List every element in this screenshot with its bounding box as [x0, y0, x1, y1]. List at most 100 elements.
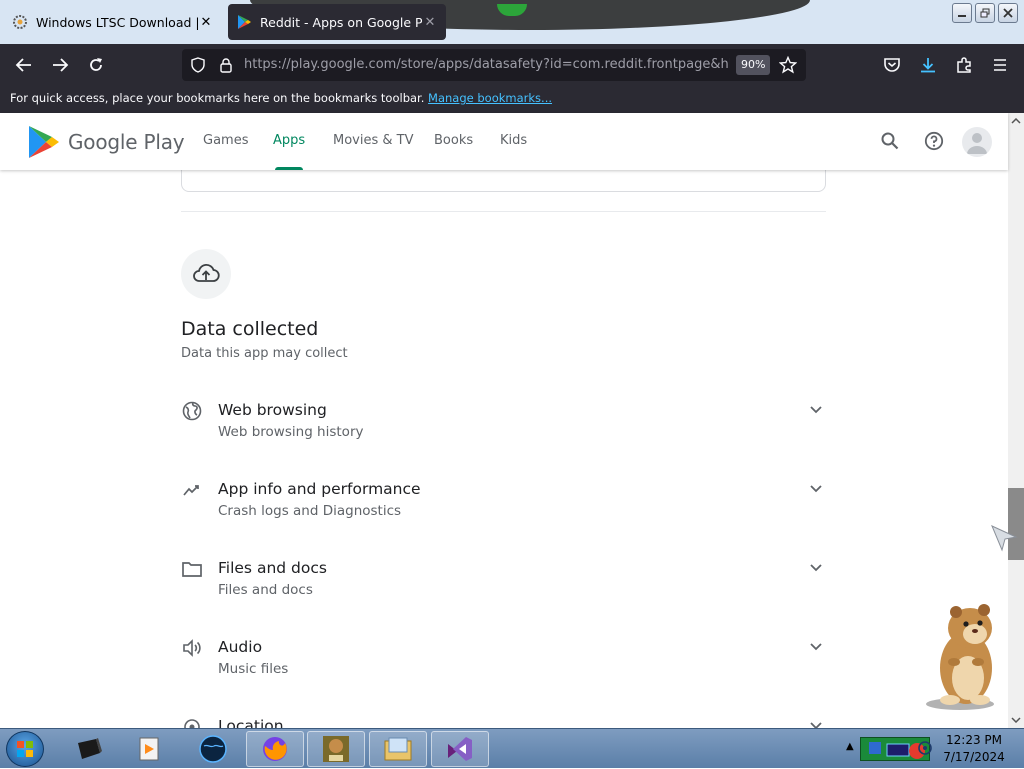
taskbar-visual-studio[interactable]	[431, 731, 489, 767]
visual-studio-icon	[448, 737, 472, 761]
forward-icon[interactable]	[48, 53, 72, 77]
clock-time: 12:23 PM	[946, 733, 1002, 747]
nav-games[interactable]: Games	[203, 133, 248, 148]
account-avatar[interactable]	[962, 127, 992, 157]
nav-apps[interactable]: Apps	[273, 133, 305, 148]
restore-button[interactable]	[975, 3, 995, 23]
google-play-favicon-icon	[238, 15, 251, 29]
location-icon	[181, 716, 203, 728]
row-subtitle: Files and docs	[218, 582, 313, 598]
row-title: App info and performance	[218, 480, 421, 498]
gear-favicon-icon	[13, 15, 27, 29]
zoom-level-badge[interactable]: 90%	[736, 55, 771, 75]
taskbar-clock[interactable]: 12:23 PM 7/17/2024	[934, 732, 1014, 766]
volume-icon[interactable]	[918, 739, 932, 757]
taskbar-terminal-app[interactable]	[60, 731, 118, 767]
data-row-files-docs[interactable]: Files and docs Files and docs	[181, 558, 826, 618]
bookmarks-toolbar: For quick access, place your bookmarks h…	[0, 86, 1024, 113]
windows-taskbar: ▲ 12:23 PM 7/17/2024	[0, 728, 1024, 768]
hamster-mascot-icon	[926, 604, 994, 710]
tab-close-icon[interactable]: ✕	[198, 15, 214, 30]
mouse-cursor-icon	[991, 525, 1018, 552]
tray-expand-icon[interactable]: ▲	[846, 741, 854, 752]
google-play-logo-icon	[29, 126, 59, 158]
pocket-icon[interactable]	[880, 53, 904, 77]
back-icon[interactable]	[12, 53, 36, 77]
search-icon[interactable]	[878, 129, 902, 153]
section-title: Data collected	[181, 318, 319, 340]
url-text[interactable]: https://play.google.com/store/apps/datas…	[244, 57, 730, 72]
row-title: Web browsing	[218, 401, 327, 419]
tab-reddit-google-play[interactable]: Reddit - Apps on Google Play ✕	[228, 4, 446, 40]
tab-title: Windows LTSC Download | MAS	[36, 14, 198, 30]
google-play-wordmark: Google Play	[68, 130, 185, 154]
data-row-audio[interactable]: Audio Music files	[181, 637, 826, 697]
section-divider	[181, 211, 826, 212]
help-icon[interactable]	[922, 129, 946, 153]
start-button[interactable]	[6, 731, 44, 767]
url-bar[interactable]: https://play.google.com/store/apps/datas…	[182, 49, 806, 81]
nav-movies-tv[interactable]: Movies & TV	[333, 133, 413, 148]
taskbar-browser-globe[interactable]	[184, 731, 242, 767]
globe-icon	[181, 400, 203, 422]
window-controls	[952, 3, 1018, 23]
audio-icon	[181, 637, 203, 659]
page-scrollbar[interactable]	[1008, 113, 1024, 728]
data-row-web-browsing[interactable]: Web browsing Web browsing history	[181, 400, 826, 460]
minimize-button[interactable]	[952, 3, 972, 23]
cloud-upload-icon	[181, 249, 231, 299]
nav-books[interactable]: Books	[434, 133, 473, 148]
previous-section-card	[181, 170, 826, 192]
folder-icon	[181, 558, 203, 580]
lock-icon[interactable]	[214, 53, 238, 77]
data-row-app-info-performance[interactable]: App info and performance Crash logs and …	[181, 479, 826, 539]
chevron-down-icon[interactable]	[806, 479, 826, 499]
google-play-logo[interactable]: Google Play	[28, 125, 185, 159]
data-row-location[interactable]: Location	[181, 716, 826, 728]
globe-app-icon	[199, 735, 227, 763]
taskbar-box-app[interactable]	[307, 731, 365, 767]
data-safety-content: Data collected Data this app may collect…	[0, 170, 1008, 728]
terminal-icon	[78, 738, 102, 759]
scroll-down-icon[interactable]	[1008, 712, 1024, 728]
shield-icon[interactable]	[186, 53, 210, 77]
chevron-down-icon[interactable]	[806, 716, 826, 728]
performance-icon	[181, 479, 203, 501]
nav-kids[interactable]: Kids	[500, 133, 527, 148]
scroll-up-icon[interactable]	[1008, 113, 1024, 129]
row-subtitle: Music files	[218, 661, 289, 677]
person-icon	[967, 133, 987, 154]
reload-icon[interactable]	[84, 53, 108, 77]
row-title: Audio	[218, 638, 263, 656]
taskbar-media-player[interactable]	[120, 731, 178, 767]
extensions-icon[interactable]	[952, 53, 976, 77]
row-title: Files and docs	[218, 559, 327, 577]
clock-date: 7/17/2024	[943, 750, 1005, 764]
taskbar-file-explorer[interactable]	[369, 731, 427, 767]
downloads-icon[interactable]	[916, 53, 940, 77]
windows-logo-icon	[17, 741, 33, 757]
manage-bookmarks-link[interactable]: Manage bookmarks...	[428, 91, 552, 105]
taskbar-firefox[interactable]	[246, 731, 304, 767]
box-app-icon	[323, 736, 349, 762]
section-subtitle: Data this app may collect	[181, 346, 348, 361]
row-subtitle: Web browsing history	[218, 424, 364, 440]
tab-windows-ltsc[interactable]: Windows LTSC Download | MAS ✕	[4, 4, 222, 40]
browser-nav-bar: https://play.google.com/store/apps/datas…	[0, 44, 1024, 86]
tab-title: Reddit - Apps on Google Play	[260, 14, 422, 30]
file-explorer-icon	[384, 737, 412, 761]
menu-icon[interactable]	[988, 53, 1012, 77]
row-subtitle: Crash logs and Diagnostics	[218, 503, 402, 519]
google-play-header: Google Play Games Apps Movies & TV Books…	[0, 113, 1008, 170]
firefox-icon	[263, 737, 287, 761]
browser-tab-bar: Windows LTSC Download | MAS ✕ Reddit - A…	[0, 0, 1024, 44]
row-title: Location	[218, 717, 284, 728]
star-bookmark-icon[interactable]	[776, 53, 800, 77]
chevron-down-icon[interactable]	[806, 637, 826, 657]
media-player-icon	[139, 737, 159, 761]
tab-close-icon[interactable]: ✕	[422, 15, 438, 30]
chevron-down-icon[interactable]	[806, 400, 826, 420]
chevron-down-icon[interactable]	[806, 558, 826, 578]
active-nav-indicator	[275, 167, 303, 170]
close-window-button[interactable]	[998, 3, 1018, 23]
